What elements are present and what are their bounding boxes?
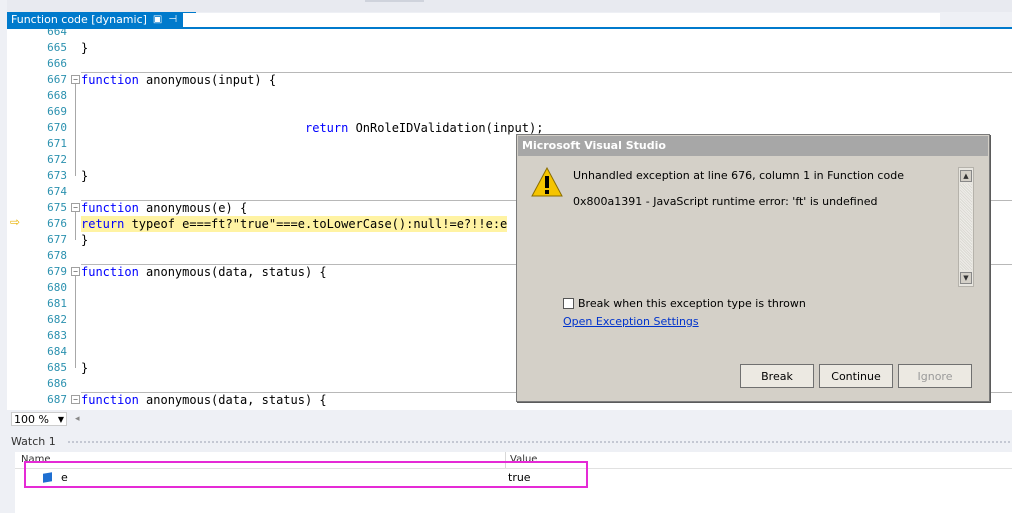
line-number: 675 xyxy=(47,201,67,214)
code-content: } xyxy=(81,233,89,247)
line-number: 685 xyxy=(47,361,67,374)
scroll-left-icon[interactable]: ◂ xyxy=(75,410,80,428)
line-number: 665 xyxy=(47,41,67,54)
code-content: OnRoleIDValidation(input); xyxy=(348,121,544,135)
dialog-title: Microsoft Visual Studio xyxy=(518,136,988,156)
code-text: } xyxy=(81,232,88,248)
line-number: 679 xyxy=(47,265,67,278)
code-keyword: return xyxy=(81,217,125,231)
line-number: 677 xyxy=(47,233,67,246)
code-line[interactable]: 667− function anonymous(input) { xyxy=(7,72,1012,88)
code-content: anonymous(data, status) { xyxy=(138,393,327,407)
code-line[interactable]: 669 xyxy=(7,104,1012,120)
zoom-dropdown[interactable]: 100 % ▼ xyxy=(11,412,67,426)
scroll-up-icon[interactable]: ▲ xyxy=(960,170,972,182)
line-number: 686 xyxy=(47,377,67,390)
code-keyword: function xyxy=(81,201,139,215)
fold-guide xyxy=(75,212,76,240)
code-line[interactable]: 668 xyxy=(7,88,1012,104)
zoom-value: 100 % xyxy=(14,413,49,426)
code-content: typeof e===ft?"true"===e.toLowerCase():n… xyxy=(124,217,508,231)
code-text: return typeof e===ft?"true"===e.toLowerC… xyxy=(81,216,508,232)
chevron-down-icon: ▼ xyxy=(57,415,64,424)
line-number: 676 xyxy=(47,217,67,230)
code-text: } xyxy=(81,168,88,184)
zoom-bar: 100 % ▼ ◂ xyxy=(7,410,1012,428)
line-number: 678 xyxy=(47,249,67,262)
line-number: 681 xyxy=(47,297,67,310)
exception-dialog: Microsoft Visual Studio Unhandled except… xyxy=(516,134,990,402)
warning-icon xyxy=(531,167,563,197)
top-band xyxy=(0,0,1012,12)
tab-strip-area xyxy=(183,13,940,27)
collapse-icon[interactable]: − xyxy=(71,203,80,212)
line-number: 671 xyxy=(47,137,67,150)
message-scrollbar[interactable]: ▲ ▼ xyxy=(958,167,974,287)
code-line[interactable]: 665} xyxy=(7,40,1012,56)
line-number: 666 xyxy=(47,57,67,70)
highlight-box xyxy=(24,461,588,488)
code-text: function anonymous(input) { xyxy=(81,72,276,88)
code-keyword: return xyxy=(305,121,349,135)
line-number: 684 xyxy=(47,345,67,358)
break-on-exception-option[interactable]: Break when this exception type is thrown xyxy=(563,297,806,310)
code-content: anonymous(e) { xyxy=(138,201,248,215)
line-number: 664 xyxy=(47,27,67,38)
exception-message: Unhandled exception at line 676, column … xyxy=(573,169,904,182)
line-number: 668 xyxy=(47,89,67,102)
document-tab[interactable]: Function code [dynamic] ▣ ⊣ ✕ xyxy=(7,12,197,28)
watch-panel-title: Watch 1 xyxy=(11,435,56,448)
code-line[interactable]: 664 xyxy=(7,27,1012,40)
code-text: return OnRoleIDValidation(input); xyxy=(305,120,543,136)
code-keyword: function xyxy=(81,73,139,87)
line-number: 670 xyxy=(47,121,67,134)
code-text: } xyxy=(81,360,88,376)
line-number: 687 xyxy=(47,393,67,406)
break-button[interactable]: Break xyxy=(740,364,814,388)
dock-icon[interactable]: ▣ xyxy=(153,12,162,28)
pin-icon[interactable]: ⊣ xyxy=(168,12,177,28)
scroll-track[interactable] xyxy=(960,184,972,270)
code-keyword: function xyxy=(81,265,139,279)
line-number: 667 xyxy=(47,73,67,86)
fold-guide xyxy=(75,84,76,176)
code-line[interactable]: 666 xyxy=(7,56,1012,72)
break-on-exception-checkbox[interactable] xyxy=(563,298,574,309)
code-content: anonymous(data, status) { xyxy=(138,265,327,279)
code-text: function anonymous(data, status) { xyxy=(81,264,327,280)
top-band-tab xyxy=(365,0,424,2)
scroll-down-icon[interactable]: ▼ xyxy=(960,272,972,284)
code-keyword: function xyxy=(81,393,139,407)
collapse-icon[interactable]: − xyxy=(71,75,80,84)
line-number: 669 xyxy=(47,105,67,118)
fold-guide xyxy=(75,276,76,368)
document-tab-title: Function code [dynamic] xyxy=(11,13,147,26)
code-text: function anonymous(data, status) { xyxy=(81,392,327,408)
line-number: 682 xyxy=(47,313,67,326)
code-text: function anonymous(e) { xyxy=(81,200,247,216)
break-on-exception-label[interactable]: Break when this exception type is thrown xyxy=(578,297,806,310)
line-number: 672 xyxy=(47,153,67,166)
collapse-icon[interactable]: − xyxy=(71,267,80,276)
line-number: 680 xyxy=(47,281,67,294)
code-text: } xyxy=(81,40,88,56)
line-number: 673 xyxy=(47,169,67,182)
code-content: anonymous(input) { xyxy=(138,73,277,87)
code-content: } xyxy=(81,361,89,375)
line-number: 683 xyxy=(47,329,67,342)
ignore-button[interactable]: Ignore xyxy=(898,364,972,388)
code-content: } xyxy=(81,169,89,183)
left-edge xyxy=(0,0,7,410)
open-exception-settings-link[interactable]: Open Exception Settings xyxy=(563,315,699,328)
code-content: } xyxy=(81,41,89,55)
exception-detail: 0x800a1391 - JavaScript runtime error: '… xyxy=(573,195,878,208)
line-number: 674 xyxy=(47,185,67,198)
collapse-icon[interactable]: − xyxy=(71,395,80,404)
continue-button[interactable]: Continue xyxy=(819,364,893,388)
panel-grip xyxy=(67,440,1011,444)
